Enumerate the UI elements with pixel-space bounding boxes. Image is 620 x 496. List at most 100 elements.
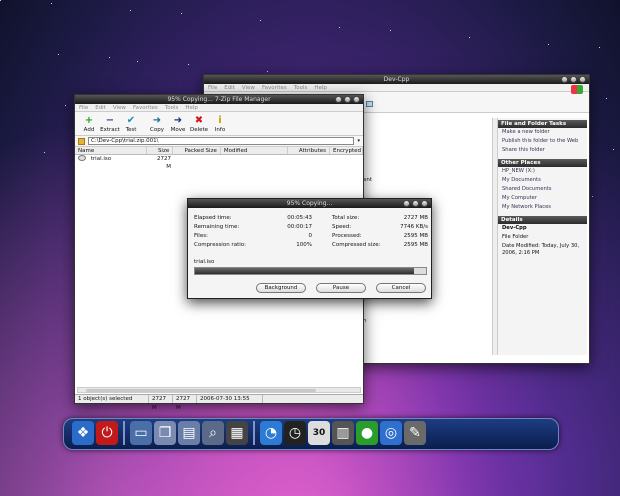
menu-edit[interactable]: Edit — [95, 104, 106, 111]
copy-button[interactable]: ➜ Copy — [147, 114, 167, 133]
task-share[interactable]: Share this folder — [498, 146, 587, 155]
details-header[interactable]: Details — [498, 216, 587, 224]
panel-scrollbar[interactable] — [492, 118, 497, 355]
folder-icon[interactable]: ▤ — [178, 421, 200, 445]
address-input[interactable]: C:\Dev-Cpp\trial.zip.001\ — [88, 137, 355, 145]
col-packed-size[interactable]: Packed Size — [173, 147, 221, 154]
content-fragment: ent — [363, 177, 373, 183]
close-button[interactable] — [579, 76, 586, 83]
dialog-titlebar[interactable]: 95% Copying... — [188, 199, 431, 208]
calculator-icon[interactable]: ▦ — [226, 421, 248, 445]
folder-up-icon[interactable] — [78, 137, 85, 145]
documents-icon[interactable]: ❐ — [154, 421, 176, 445]
menu-view[interactable]: View — [113, 104, 126, 111]
monitor-icon[interactable]: ▭ — [130, 421, 152, 445]
place-network[interactable]: My Network Places — [498, 203, 587, 212]
swirl-icon[interactable]: ◔ — [260, 421, 282, 445]
address-dropdown-icon[interactable]: ▾ — [357, 138, 360, 144]
horizontal-scrollbar[interactable] — [77, 387, 361, 393]
menu-help[interactable]: Help — [185, 104, 198, 111]
close-button[interactable] — [353, 96, 360, 103]
col-attributes[interactable]: Attributes — [288, 147, 330, 154]
test-button[interactable]: ✔ Test — [121, 114, 141, 133]
col-size[interactable]: Size — [147, 147, 174, 154]
menu-file[interactable]: File — [79, 104, 88, 111]
dialog-title: 95% Copying... — [286, 200, 333, 207]
processed-value: 2595 MB — [403, 233, 428, 239]
minimize-button[interactable] — [561, 76, 568, 83]
move-button[interactable]: ➜ Move — [168, 114, 188, 133]
trash-icon[interactable]: ▥ — [332, 421, 354, 445]
col-modified[interactable]: Modified — [221, 147, 289, 154]
7zip-titlebar[interactable]: 95% Copying... 7-Zip File Manager — [75, 95, 363, 104]
status-bar: 1 object(s) selected 2727 M 2727 M 2006-… — [75, 394, 363, 411]
power-icon[interactable]: ⏻ — [96, 421, 118, 445]
col-encrypted[interactable]: Encrypted — [330, 147, 363, 154]
remaining-value: 00:00:17 — [287, 224, 312, 230]
start-icon[interactable]: ❖ — [72, 421, 94, 445]
menu-favorites[interactable]: Favorites — [133, 104, 158, 111]
remaining-label: Remaining time: — [194, 224, 240, 230]
clock-icon[interactable]: ◷ — [284, 421, 306, 445]
total-size-label: Total size: — [332, 215, 360, 221]
details-modified: Date Modified: Today, July 30, 2006, 2:1… — [502, 243, 580, 256]
pause-button[interactable]: Pause — [316, 283, 366, 293]
mascot-icon[interactable]: ● — [356, 421, 378, 445]
elapsed-label: Elapsed time: — [194, 215, 232, 221]
elapsed-value: 00:05:43 — [287, 215, 312, 221]
stats-left: Elapsed time: 00:05:43 Remaining time: 0… — [194, 214, 312, 250]
menu-favorites[interactable]: Favorites — [262, 84, 287, 91]
compressed-size-value: 2595 MB — [403, 242, 428, 248]
processed-label: Processed: — [332, 233, 362, 239]
col-name[interactable]: Name — [75, 147, 148, 154]
maximize-button[interactable] — [412, 200, 419, 207]
calendar-icon[interactable]: 30 — [308, 421, 330, 445]
table-row[interactable]: trial.iso 2727 M — [75, 155, 363, 170]
search-icon[interactable]: ⌕ — [202, 421, 224, 445]
menu-help[interactable]: Help — [314, 84, 327, 91]
7zip-title: 95% Copying... 7-Zip File Manager — [167, 96, 271, 103]
brush-icon[interactable]: ✎ — [404, 421, 426, 445]
extract-button[interactable]: − Extract — [100, 114, 120, 133]
add-icon: + — [84, 115, 94, 126]
disc-icon — [78, 155, 86, 161]
toolbar-label: Test — [125, 127, 137, 133]
tasks-header[interactable]: File and Folder Tasks — [498, 120, 587, 128]
maximize-button[interactable] — [570, 76, 577, 83]
file-packed-size — [174, 155, 222, 163]
task-publish[interactable]: Publish this folder to the Web — [498, 137, 587, 146]
minimize-button[interactable] — [403, 200, 410, 207]
minimize-button[interactable] — [335, 96, 342, 103]
files-label: Files: — [194, 233, 208, 239]
explorer-menubar: File Edit View Favorites Tools Help — [204, 84, 589, 92]
place-hp-new[interactable]: HP_NEW (X:) — [498, 167, 587, 176]
menu-tools[interactable]: Tools — [165, 104, 179, 111]
add-button[interactable]: + Add — [79, 114, 99, 133]
place-shared-documents[interactable]: Shared Documents — [498, 185, 587, 194]
menu-view[interactable]: View — [242, 84, 255, 91]
menu-tools[interactable]: Tools — [294, 84, 308, 91]
info-button[interactable]: i Info — [210, 114, 230, 133]
place-my-computer[interactable]: My Computer — [498, 194, 587, 203]
copy-icon: ➜ — [152, 115, 162, 126]
view-menu-icon[interactable] — [366, 101, 373, 107]
menu-file[interactable]: File — [208, 84, 217, 91]
explorer-titlebar[interactable]: Dev-Cpp — [204, 75, 589, 84]
details-section: Details Dev-Cpp File Folder Date Modifie… — [498, 216, 587, 258]
ratio-label: Compression ratio: — [194, 242, 246, 248]
places-header[interactable]: Other Places — [498, 159, 587, 167]
status-size: 2727 M — [149, 395, 173, 411]
cancel-button[interactable]: Cancel — [376, 283, 426, 293]
place-my-documents[interactable]: My Documents — [498, 176, 587, 185]
progress-bar — [194, 267, 427, 275]
compressed-size-label: Compressed size: — [332, 242, 381, 248]
maximize-button[interactable] — [344, 96, 351, 103]
task-new-folder[interactable]: Make a new folder — [498, 128, 587, 137]
background-button[interactable]: Background — [256, 283, 306, 293]
delete-icon: ✖ — [194, 115, 204, 126]
safari-icon[interactable]: ◎ — [380, 421, 402, 445]
scroll-thumb[interactable] — [86, 389, 316, 392]
close-button[interactable] — [421, 200, 428, 207]
menu-edit[interactable]: Edit — [224, 84, 235, 91]
delete-button[interactable]: ✖ Delete — [189, 114, 209, 133]
